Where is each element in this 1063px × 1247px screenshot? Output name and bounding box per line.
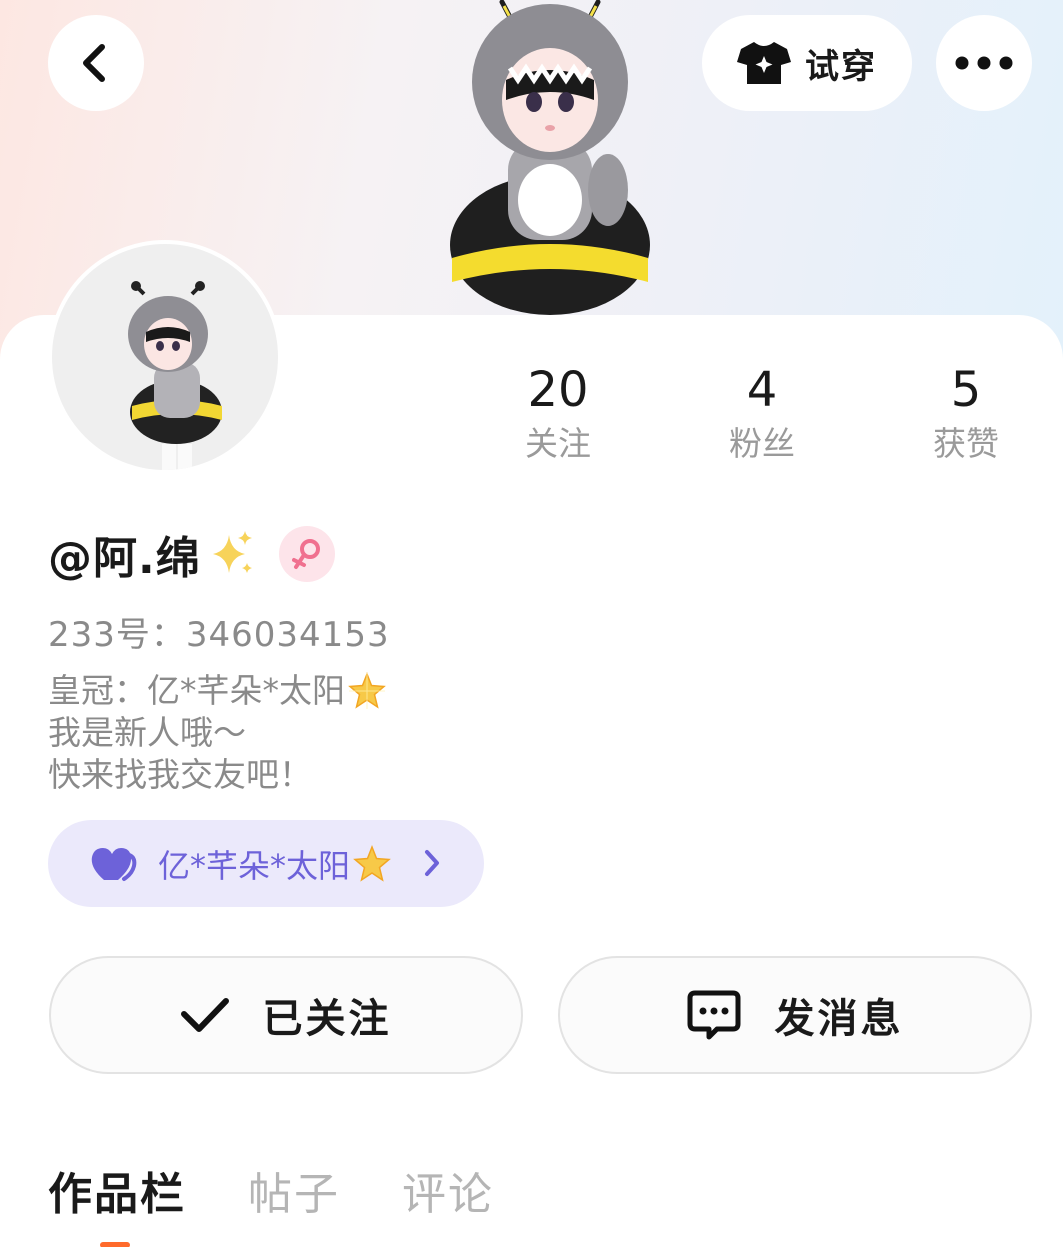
more-dots-icon xyxy=(955,56,1013,70)
tab-posts[interactable]: 帖子 xyxy=(248,1158,340,1222)
username-row: @阿.绵 xyxy=(48,524,335,584)
hero-character-illustration xyxy=(450,0,650,315)
profile-stats: 20 关注 4 粉丝 5 获赞 xyxy=(455,362,1063,472)
stat-likes-label: 获赞 xyxy=(933,424,999,463)
stat-followers[interactable]: 4 粉丝 xyxy=(662,362,862,464)
gender-badge xyxy=(278,526,335,582)
back-arrow-icon xyxy=(83,44,105,82)
bio-line-text: 皇冠：亿*芊朵*太阳 xyxy=(48,671,345,710)
tshirt-icon xyxy=(737,42,791,84)
stat-likes[interactable]: 5 获赞 xyxy=(866,362,1063,464)
bio-line-crown: 皇冠：亿*芊朵*太阳 xyxy=(48,670,387,712)
message-label: 发消息 xyxy=(774,996,904,1042)
avatar-image xyxy=(52,244,278,470)
stat-following-label: 关注 xyxy=(525,424,591,463)
tab-comments[interactable]: 评论 xyxy=(402,1158,494,1222)
bio: 皇冠：亿*芊朵*太阳 我是新人哦～ 快来找我交友吧！ xyxy=(48,670,387,796)
sparkle-icon xyxy=(212,531,252,573)
active-tab-indicator xyxy=(100,1242,130,1247)
star-icon xyxy=(353,844,391,882)
user-id: 233号：346034153 xyxy=(48,615,390,655)
try-on-label: 试穿 xyxy=(805,46,877,87)
bio-line-invite: 快来找我交友吧！ xyxy=(48,755,312,794)
chat-bubble-icon xyxy=(687,990,740,1040)
chevron-right-icon xyxy=(425,850,439,876)
username: @阿.绵 xyxy=(48,533,201,584)
stat-following[interactable]: 20 关注 xyxy=(458,362,658,464)
stat-following-value: 20 xyxy=(527,362,589,418)
message-button[interactable]: 发消息 xyxy=(558,956,1032,1074)
content-tabs: 作品栏 帖子 评论 xyxy=(48,1160,494,1220)
female-icon xyxy=(291,539,320,569)
star-icon xyxy=(348,671,386,709)
heart-icon xyxy=(91,847,137,881)
stat-followers-value: 4 xyxy=(746,362,778,418)
check-icon xyxy=(180,998,229,1032)
tab-works[interactable]: 作品栏 xyxy=(48,1158,186,1222)
more-options-button[interactable] xyxy=(936,15,1032,111)
try-on-button[interactable]: 试穿 xyxy=(702,15,912,111)
crown-tag-label: 亿*芊朵*太阳 xyxy=(158,846,351,885)
stat-likes-value: 5 xyxy=(950,362,982,418)
stat-followers-label: 粉丝 xyxy=(729,424,795,463)
follow-label: 已关注 xyxy=(262,996,392,1042)
avatar[interactable] xyxy=(48,240,282,474)
bio-line-intro: 我是新人哦～ xyxy=(48,713,246,752)
back-button[interactable] xyxy=(48,15,144,111)
crown-tag-button[interactable]: 亿*芊朵*太阳 xyxy=(48,820,484,907)
follow-button[interactable]: 已关注 xyxy=(49,956,523,1074)
